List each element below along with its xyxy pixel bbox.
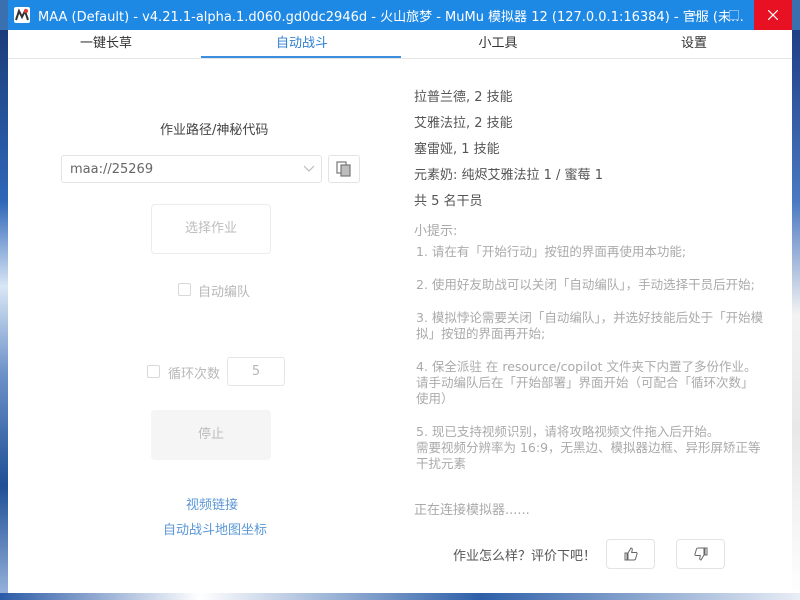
tab-settings[interactable]: 设置 (596, 30, 792, 58)
tab-auto-battle[interactable]: 自动战斗 (204, 30, 400, 58)
title-bar[interactable]: MAA (Default) - v4.21.1-alpha.1.d060.gd0… (8, 0, 792, 30)
operator-line: 元素奶: 纯烬艾雅法拉 1 / 蜜莓 1 (414, 168, 603, 183)
tips-title: 小提示: (414, 224, 458, 239)
window-title: MAA (Default) - v4.21.1-alpha.1.d060.gd0… (38, 10, 744, 25)
tab-tools[interactable]: 小工具 (400, 30, 596, 58)
select-copilot-button[interactable]: 选择作业 (151, 204, 271, 254)
maa-logo-icon (14, 7, 30, 23)
tip-item: 1. 请在有「开始行动」按钮的界面再使用本功能; (416, 244, 687, 259)
desktop-background-left (0, 30, 8, 600)
like-button[interactable] (606, 539, 655, 569)
map-coords-link[interactable]: 自动战斗地图坐标 (163, 519, 267, 538)
chevron-down-icon[interactable] (303, 164, 315, 174)
auto-formation-checkbox[interactable] (178, 283, 191, 296)
operator-line: 艾雅法拉, 2 技能 (414, 116, 513, 131)
tip-item: 3. 模拟悖论需要关闭「自动编队」，并选好技能后处于「开始模拟」按钮的界面再开始… (416, 310, 764, 341)
tip-item: 2. 使用好友助战可以关闭「自动编队」，手动选择干员后开始; (416, 277, 755, 292)
minimize-button[interactable] (674, 0, 714, 30)
rating-prompt: 作业怎么样？评价下吧！ (453, 549, 597, 564)
path-label: 作业路径/神秘代码 (160, 123, 269, 138)
dislike-button[interactable] (676, 539, 725, 569)
stop-button[interactable]: 停止 (151, 410, 271, 460)
auto-formation-label[interactable]: 自动编队 (198, 281, 250, 300)
operator-line: 塞雷娅, 1 技能 (414, 142, 500, 157)
maximize-button[interactable] (714, 0, 754, 30)
paste-icon (336, 161, 351, 177)
desktop-background-right (792, 30, 800, 600)
tip-item: 4. 保全派驻 在 resource/copilot 文件夹下内置了多份作业。 … (416, 359, 757, 406)
close-icon (768, 10, 778, 20)
loop-count-input[interactable]: 5 (227, 357, 285, 386)
copilot-info-panel: 拉普兰德, 2 技能 艾雅法拉, 2 技能 塞雷娅, 1 技能 元素奶: 纯烬艾… (414, 90, 764, 489)
maximize-icon (729, 10, 739, 20)
minimize-icon (689, 14, 699, 16)
operator-line: 拉普兰德, 2 技能 (414, 90, 513, 105)
thumbs-up-icon (624, 547, 638, 561)
tip-item: 5. 现已支持视频识别，请将攻略视频文件拖入后开始。 需要视频分辨率为 16:9… (416, 424, 761, 471)
main-tabs: 一键长草 自动战斗 小工具 设置 (8, 30, 792, 59)
paste-button[interactable] (328, 155, 360, 183)
close-button[interactable] (754, 0, 792, 30)
loop-label[interactable]: 循环次数 (168, 363, 220, 382)
operator-count: 共 5 名干员 (414, 194, 483, 209)
tab-one-click[interactable]: 一键长草 (8, 30, 204, 58)
copilot-path-value: maa://25269 (70, 162, 154, 177)
copilot-path-input[interactable]: maa://25269 (61, 155, 322, 183)
desktop-background-bottom (0, 593, 800, 600)
thumbs-down-icon (693, 547, 707, 561)
loop-checkbox[interactable] (147, 365, 160, 378)
app-window: MAA (Default) - v4.21.1-alpha.1.d060.gd0… (8, 0, 792, 593)
video-link[interactable]: 视频链接 (186, 494, 238, 513)
active-tab-indicator (201, 56, 401, 58)
connection-status: 正在连接模拟器...... (414, 503, 530, 518)
